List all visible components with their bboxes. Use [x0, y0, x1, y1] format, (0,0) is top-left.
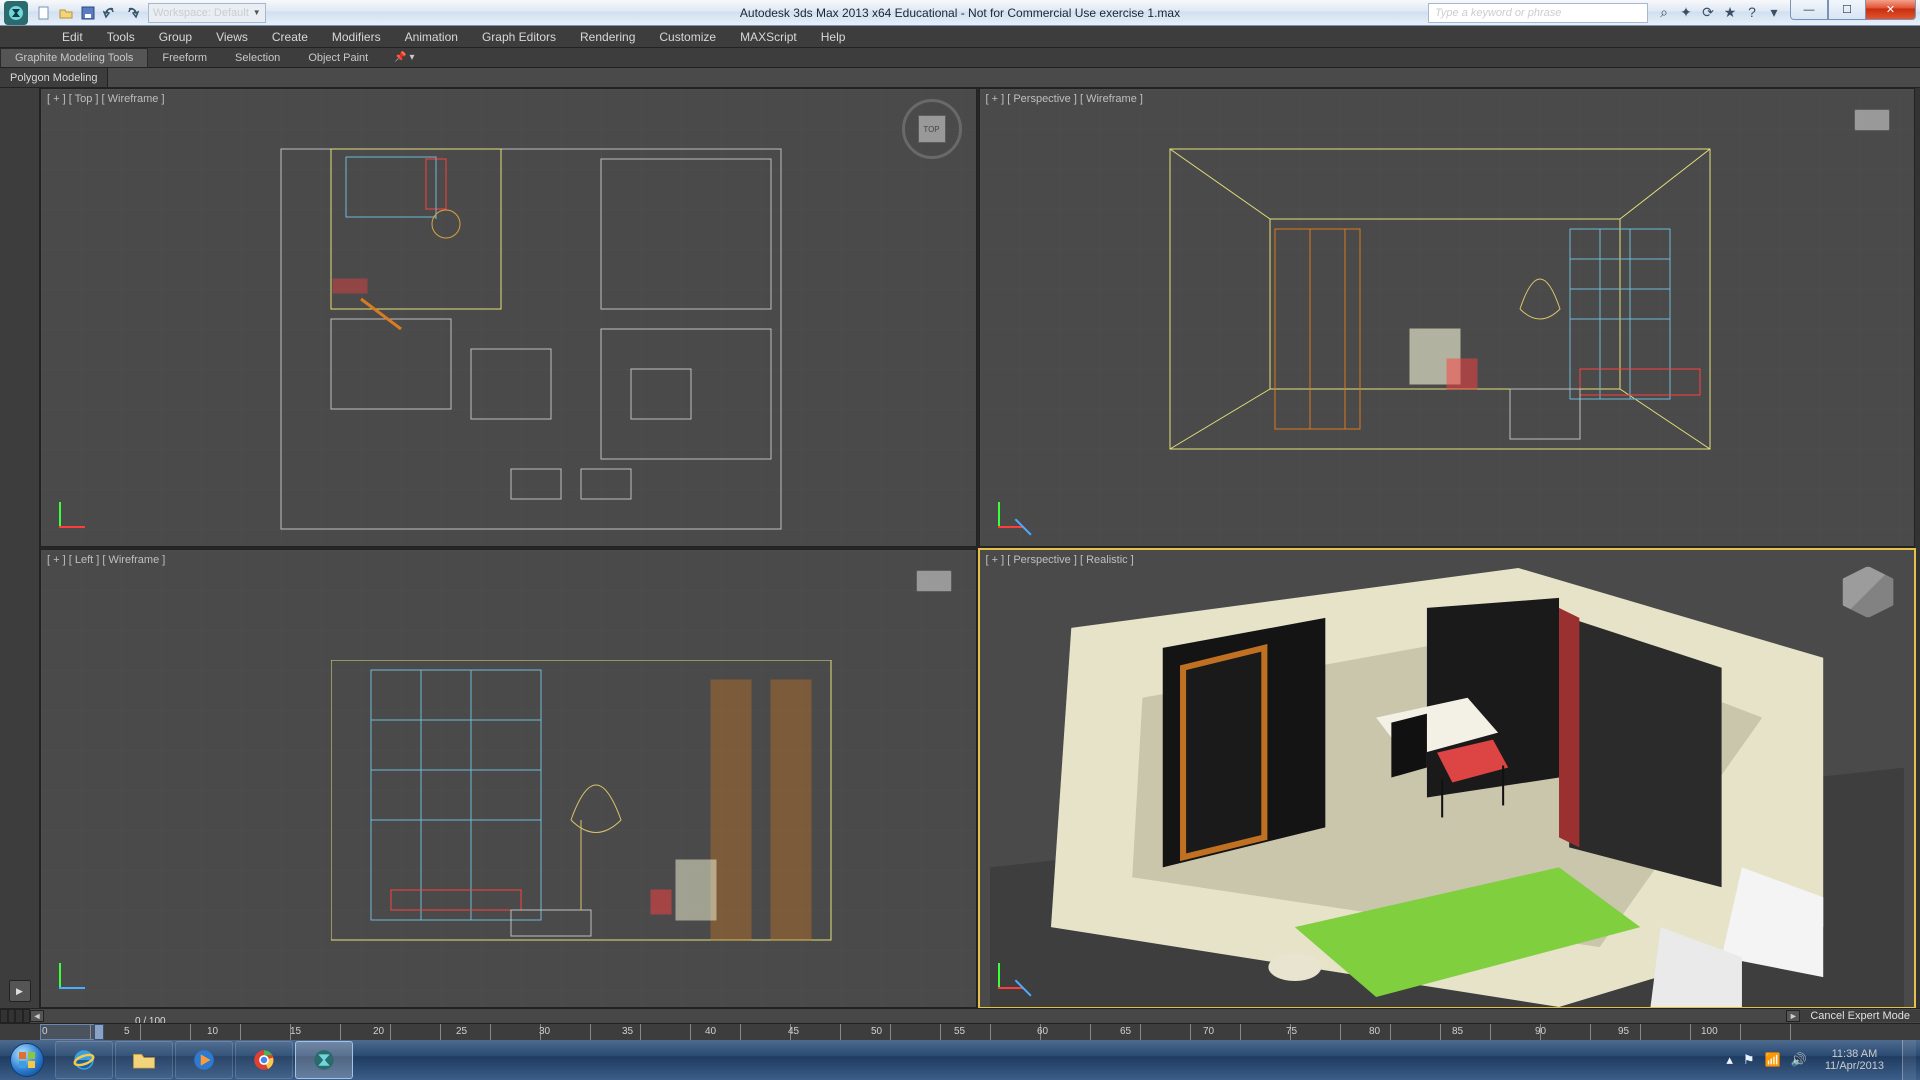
axis-gizmo: [990, 957, 1030, 997]
infocenter-icons: ⌕ ✦ ⟳ ★ ? ▾: [1656, 4, 1782, 21]
taskbar-3dsmax-icon[interactable]: [295, 1041, 353, 1079]
app-icon: [4, 1, 28, 25]
menu-rendering[interactable]: Rendering: [568, 26, 647, 47]
viewport-label[interactable]: [ + ] [ Top ] [ Wireframe ]: [47, 93, 165, 105]
ribbon-tab-selection[interactable]: Selection: [221, 48, 294, 67]
window-buttons: — ☐ ✕: [1790, 0, 1916, 20]
key-icon[interactable]: ✦: [1678, 4, 1694, 21]
axis-gizmo: [990, 496, 1030, 536]
left-dock: ▶: [0, 88, 40, 1008]
menu-edit[interactable]: Edit: [50, 26, 95, 47]
viewport-top[interactable]: [ + ] [ Top ] [ Wireframe ]: [40, 88, 977, 547]
taskbar-explorer-icon[interactable]: [115, 1041, 173, 1079]
main-menu: Edit Tools Group Views Create Modifiers …: [0, 26, 1920, 48]
quick-access-toolbar: [34, 3, 142, 23]
ribbon-tab-objectpaint[interactable]: Object Paint: [294, 48, 382, 67]
system-tray: ▴ ⚑ 📶 🔊 11:38 AM 11/Apr/2013: [1726, 1040, 1920, 1080]
exchange-icon[interactable]: ⟳: [1700, 4, 1716, 21]
tray-clock[interactable]: 11:38 AM 11/Apr/2013: [1817, 1048, 1892, 1072]
qat-save-icon[interactable]: [78, 3, 98, 23]
axis-gizmo: [51, 957, 91, 997]
menu-animation[interactable]: Animation: [393, 26, 470, 47]
tray-network-icon[interactable]: 📶: [1765, 1052, 1781, 1068]
elevation-wireframe: [331, 660, 871, 960]
menu-modifiers[interactable]: Modifiers: [320, 26, 393, 47]
viewport-area: [ + ] [ Top ] [ Wireframe ]: [40, 88, 1915, 1008]
ribbon-tab-freeform[interactable]: Freeform: [148, 48, 221, 67]
room-render: [990, 568, 1905, 1007]
menu-graph-editors[interactable]: Graph Editors: [470, 26, 568, 47]
floorplan-wireframe: [271, 119, 821, 547]
dropdown-icon[interactable]: ▾: [1766, 4, 1782, 21]
viewcube[interactable]: [1836, 560, 1900, 624]
menu-help[interactable]: Help: [809, 26, 858, 47]
taskbar-ie-icon[interactable]: [55, 1041, 113, 1079]
workspace-label: Workspace: Default: [153, 7, 249, 19]
viewcube[interactable]: [1848, 103, 1896, 141]
maximize-button[interactable]: ☐: [1828, 0, 1866, 20]
minimize-button[interactable]: —: [1790, 0, 1828, 20]
ribbon-panel: Polygon Modeling: [0, 68, 1920, 88]
taskbar-wmp-icon[interactable]: [175, 1041, 233, 1079]
menu-create[interactable]: Create: [260, 26, 320, 47]
window-titlebar: Workspace: Default ▼ Autodesk 3ds Max 20…: [0, 0, 1920, 26]
caret-down-icon: ▼: [253, 8, 261, 17]
tray-up-icon[interactable]: ▴: [1726, 1052, 1733, 1068]
search-input[interactable]: Type a keyword or phrase: [1428, 3, 1648, 23]
tray-volume-icon[interactable]: 🔊: [1791, 1052, 1807, 1068]
qat-redo-icon[interactable]: [122, 3, 142, 23]
viewcube[interactable]: [910, 564, 958, 602]
scroll-left-icon[interactable]: ◄: [30, 1010, 44, 1022]
viewport-label[interactable]: [ + ] [ Perspective ] [ Wireframe ]: [986, 93, 1143, 105]
ribbon-tab-graphite[interactable]: Graphite Modeling Tools: [0, 48, 148, 67]
range-slider[interactable]: [40, 1024, 100, 1040]
cancel-expert-mode-button[interactable]: Cancel Expert Mode: [1800, 1010, 1920, 1022]
windows-taskbar: ▴ ⚑ 📶 🔊 11:38 AM 11/Apr/2013: [0, 1040, 1920, 1080]
workspace-dropdown[interactable]: Workspace: Default ▼: [148, 3, 266, 23]
viewport-perspective-wire[interactable]: [ + ] [ Perspective ] [ Wireframe ]: [979, 88, 1916, 547]
app-title: Autodesk 3ds Max 2013 x64 Educational - …: [740, 6, 1180, 20]
viewport-layout-icon[interactable]: [0, 1009, 30, 1023]
axis-gizmo: [51, 496, 91, 536]
favorite-icon[interactable]: ★: [1722, 4, 1738, 21]
menu-views[interactable]: Views: [204, 26, 260, 47]
viewport-label[interactable]: [ + ] [ Left ] [ Wireframe ]: [47, 554, 165, 566]
menu-group[interactable]: Group: [147, 26, 204, 47]
qat-new-icon[interactable]: [34, 3, 54, 23]
play-animation-icon[interactable]: ▶: [9, 980, 31, 1002]
ribbon-panel-polygon[interactable]: Polygon Modeling: [0, 68, 108, 87]
scroll-right-icon[interactable]: ►: [1786, 1010, 1800, 1022]
menu-tools[interactable]: Tools: [95, 26, 147, 47]
ribbon-tabs: Graphite Modeling Tools Freeform Selecti…: [0, 48, 1920, 68]
room-wireframe: [1150, 129, 1850, 509]
menu-customize[interactable]: Customize: [647, 26, 728, 47]
qat-open-icon[interactable]: [56, 3, 76, 23]
menu-maxscript[interactable]: MAXScript: [728, 26, 809, 47]
viewcube[interactable]: TOP: [902, 99, 962, 159]
start-button[interactable]: [0, 1040, 54, 1080]
ribbon-pin-icon[interactable]: 📌 ▾: [386, 48, 422, 67]
taskbar-chrome-icon[interactable]: [235, 1041, 293, 1079]
tray-flag-icon[interactable]: ⚑: [1743, 1052, 1755, 1068]
search-icon[interactable]: ⌕: [1656, 4, 1672, 21]
timeline-ruler[interactable]: 0 5 10 15 20 25 30 35 40 45 50 55 60 65 …: [0, 1023, 1920, 1040]
track-bar: ◄ 0 / 100 ► Cancel Expert Mode 0 5 10 15…: [0, 1008, 1920, 1040]
viewport-left[interactable]: [ + ] [ Left ] [ Wireframe ]: [40, 549, 977, 1008]
qat-undo-icon[interactable]: [100, 3, 120, 23]
show-desktop-button[interactable]: [1902, 1040, 1916, 1080]
range-handle[interactable]: [94, 1024, 104, 1040]
viewport-label[interactable]: [ + ] [ Perspective ] [ Realistic ]: [986, 554, 1134, 566]
close-button[interactable]: ✕: [1866, 0, 1916, 20]
viewport-perspective-realistic[interactable]: [ + ] [ Perspective ] [ Realistic ]: [979, 549, 1916, 1008]
help-icon[interactable]: ?: [1744, 4, 1760, 21]
